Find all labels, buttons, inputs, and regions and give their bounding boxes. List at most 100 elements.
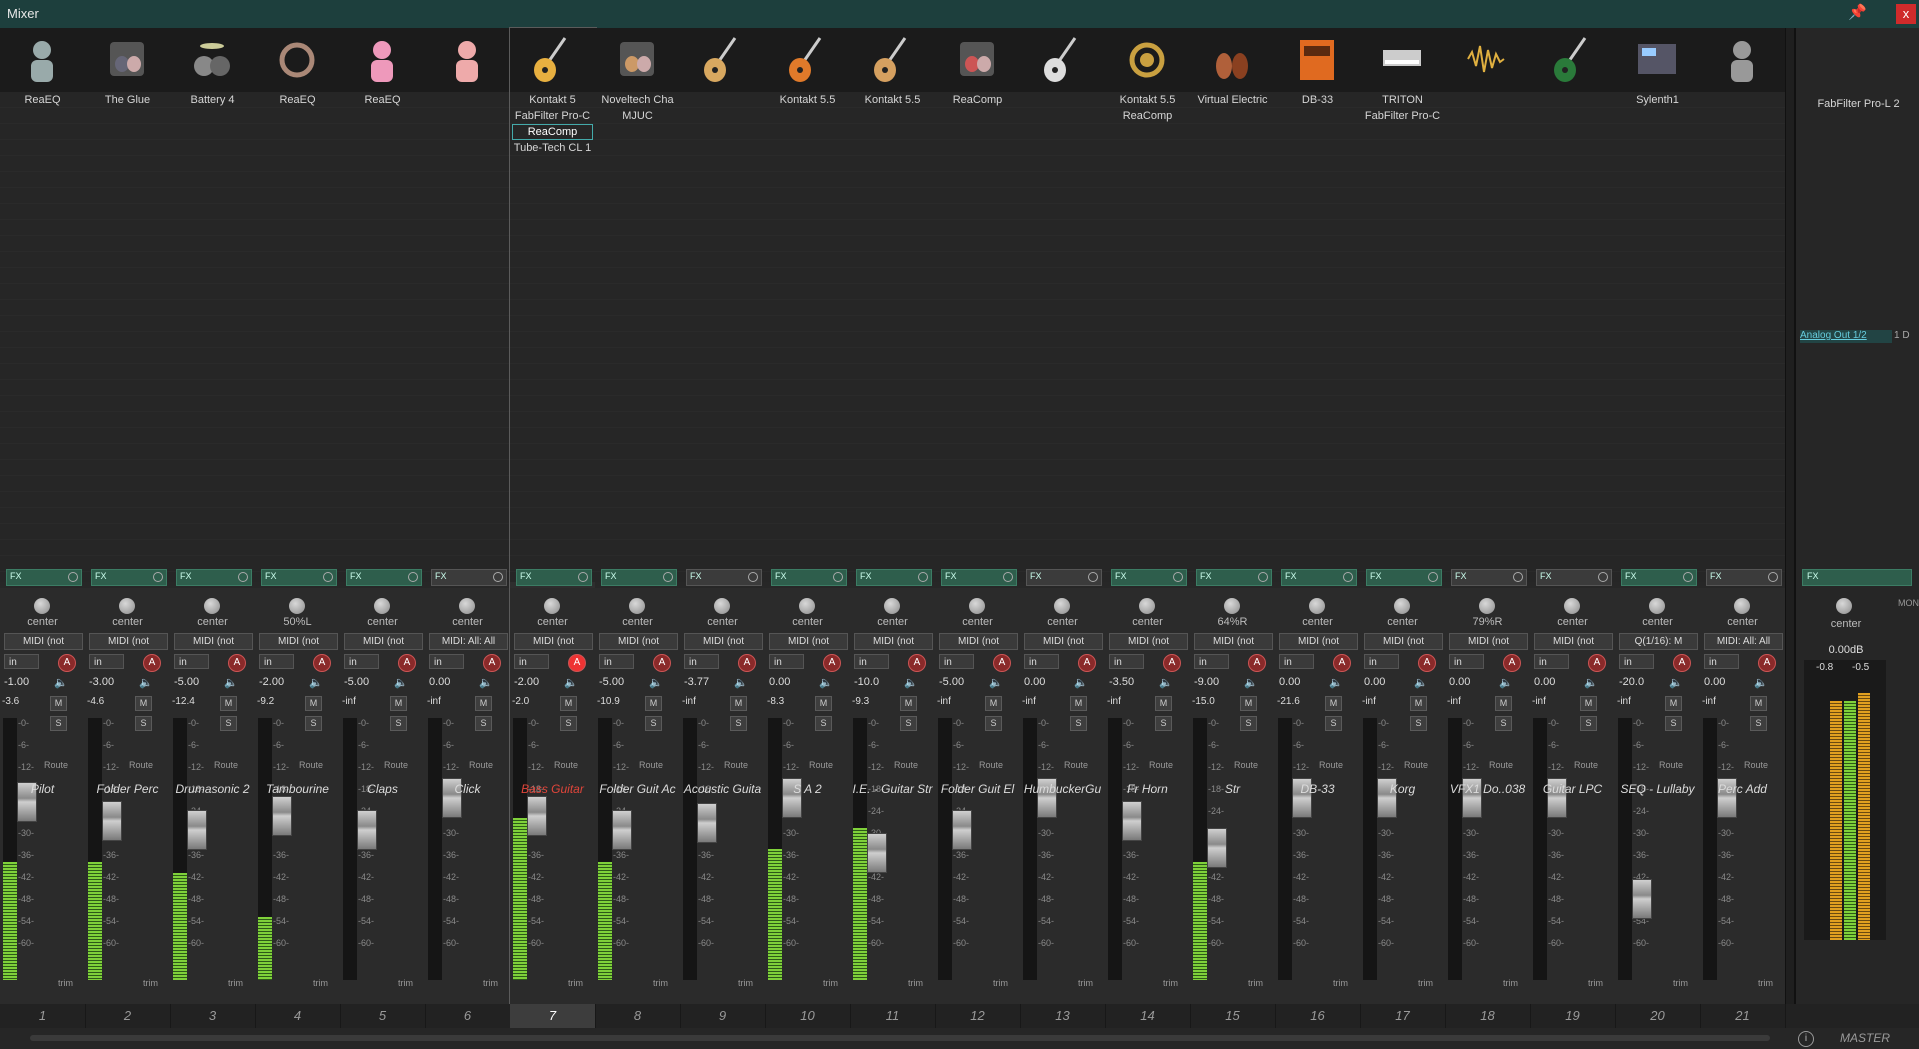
pan-knob[interactable] [1649,598,1665,614]
fx-slot[interactable]: ReaEQ [342,92,423,108]
input-monitor-button[interactable]: in [1024,654,1059,669]
midi-input-select[interactable]: MIDI (not [1449,633,1528,650]
track-name[interactable]: SEQ - Lullaby [1615,782,1700,796]
track-strip[interactable]: DB-33 FX center MIDI (not in A 0.00 🔈 -2… [1275,28,1361,1004]
fx-empty-area[interactable] [510,92,595,582]
track-icon-area[interactable] [170,28,255,92]
route-button[interactable]: Route [214,760,238,770]
solo-button[interactable]: S [1665,716,1682,731]
speaker-icon[interactable]: 🔈 [394,676,408,689]
speaker-icon[interactable]: 🔈 [1244,676,1258,689]
fx-button[interactable]: FX [1706,569,1782,586]
fx-slot[interactable]: FabFilter Pro-C [1362,108,1443,124]
track-icon-area[interactable] [765,28,850,92]
midi-input-select[interactable]: MIDI (not [1364,633,1443,650]
route-button[interactable]: Route [1404,760,1428,770]
solo-button[interactable]: S [560,716,577,731]
input-monitor-button[interactable]: in [769,654,804,669]
volume-fader[interactable] [1122,801,1142,841]
mute-button[interactable]: M [475,696,492,711]
record-arm-button[interactable]: A [1333,654,1351,672]
record-arm-button[interactable]: A [313,654,331,672]
fx-power-icon[interactable] [68,572,78,582]
fx-power-icon[interactable] [748,572,758,582]
fx-power-icon[interactable] [833,572,843,582]
fx-slot[interactable]: Sylenth1 [1617,92,1698,108]
track-number[interactable]: 18 [1445,1004,1531,1028]
fx-empty-area[interactable] [1615,92,1700,582]
track-name[interactable]: Guitar LPC [1530,782,1615,796]
solo-button[interactable]: S [1750,716,1767,731]
midi-input-select[interactable]: MIDI (not [259,633,338,650]
pan-knob[interactable] [374,598,390,614]
input-monitor-button[interactable]: in [1364,654,1399,669]
track-icon-area[interactable] [935,28,1020,92]
pan-knob[interactable] [969,598,985,614]
fx-button[interactable]: FX [1196,569,1272,586]
midi-input-select[interactable]: MIDI (not [1279,633,1358,650]
master-fx-slot[interactable]: FabFilter Pro-L 2 [1796,98,1919,110]
master-fx-button[interactable]: FX [1802,569,1912,586]
track-number[interactable]: 17 [1360,1004,1446,1028]
fx-empty-area[interactable] [765,92,850,582]
midi-input-select[interactable]: MIDI (not [1534,633,1613,650]
route-button[interactable]: Route [44,760,68,770]
track-number[interactable]: 8 [595,1004,681,1028]
midi-input-select[interactable]: Q(1/16): M [1619,633,1698,650]
midi-input-select[interactable]: MIDI (not [1024,633,1103,650]
mute-button[interactable]: M [1410,696,1427,711]
solo-button[interactable]: S [1495,716,1512,731]
track-number[interactable]: 6 [425,1004,511,1028]
fx-empty-area[interactable] [1360,92,1445,582]
fx-empty-area[interactable] [1190,92,1275,582]
route-button[interactable]: Route [469,760,493,770]
fx-power-icon[interactable] [1343,572,1353,582]
track-number[interactable]: 10 [765,1004,851,1028]
record-arm-button[interactable]: A [228,654,246,672]
track-icon-area[interactable] [425,28,510,92]
mute-button[interactable]: M [390,696,407,711]
track-strip[interactable]: Kontakt 5.5 ReaComp FX center MIDI (not i… [1105,28,1191,1004]
fx-button[interactable]: FX [176,569,252,586]
midi-input-select[interactable]: MIDI: All: All [1704,633,1783,650]
pan-knob[interactable] [629,598,645,614]
pan-knob[interactable] [289,598,305,614]
route-button[interactable]: Route [809,760,833,770]
fx-empty-area[interactable] [170,92,255,582]
fx-empty-area[interactable] [1105,92,1190,582]
solo-button[interactable]: S [305,716,322,731]
speaker-icon[interactable]: 🔈 [1329,676,1343,689]
fx-slot[interactable]: ReaEQ [257,92,338,108]
track-name[interactable]: Bass Guitar [510,782,595,796]
fx-power-icon[interactable] [918,572,928,582]
track-name[interactable]: Folder Guit El [935,782,1020,796]
solo-button[interactable]: S [1410,716,1427,731]
fx-slot[interactable]: Kontakt 5.5 [767,92,848,108]
pan-knob[interactable] [1309,598,1325,614]
pan-knob[interactable] [1479,598,1495,614]
route-button[interactable]: Route [1149,760,1173,770]
volume-fader[interactable] [272,796,292,836]
track-name[interactable]: I.E. - Guitar Str [850,782,935,796]
midi-input-select[interactable]: MIDI (not [344,633,423,650]
midi-input-select[interactable]: MIDI (not [1109,633,1188,650]
track-name[interactable]: Folder Guit Ac [595,782,680,796]
track-strip[interactable]: FX 79%R MIDI (not in A 0.00 🔈 -inf M S R… [1445,28,1531,1004]
mute-button[interactable]: M [305,696,322,711]
record-arm-button[interactable]: A [1758,654,1776,672]
solo-button[interactable]: S [985,716,1002,731]
fx-power-icon[interactable] [1173,572,1183,582]
track-icon-area[interactable] [850,28,935,92]
route-button[interactable]: Route [129,760,153,770]
route-button[interactable]: Route [724,760,748,770]
midi-input-select[interactable]: MIDI (not [599,633,678,650]
fx-slot[interactable]: MJUC [597,108,678,124]
input-monitor-button[interactable]: in [1704,654,1739,669]
route-button[interactable]: Route [384,760,408,770]
speaker-icon[interactable]: 🔈 [479,676,493,689]
fx-button[interactable]: FX [431,569,507,586]
fx-empty-area[interactable] [85,92,170,582]
fx-slot[interactable]: Kontakt 5.5 [1107,92,1188,108]
mono-button[interactable]: MONO [1898,598,1919,608]
record-arm-button[interactable]: A [908,654,926,672]
